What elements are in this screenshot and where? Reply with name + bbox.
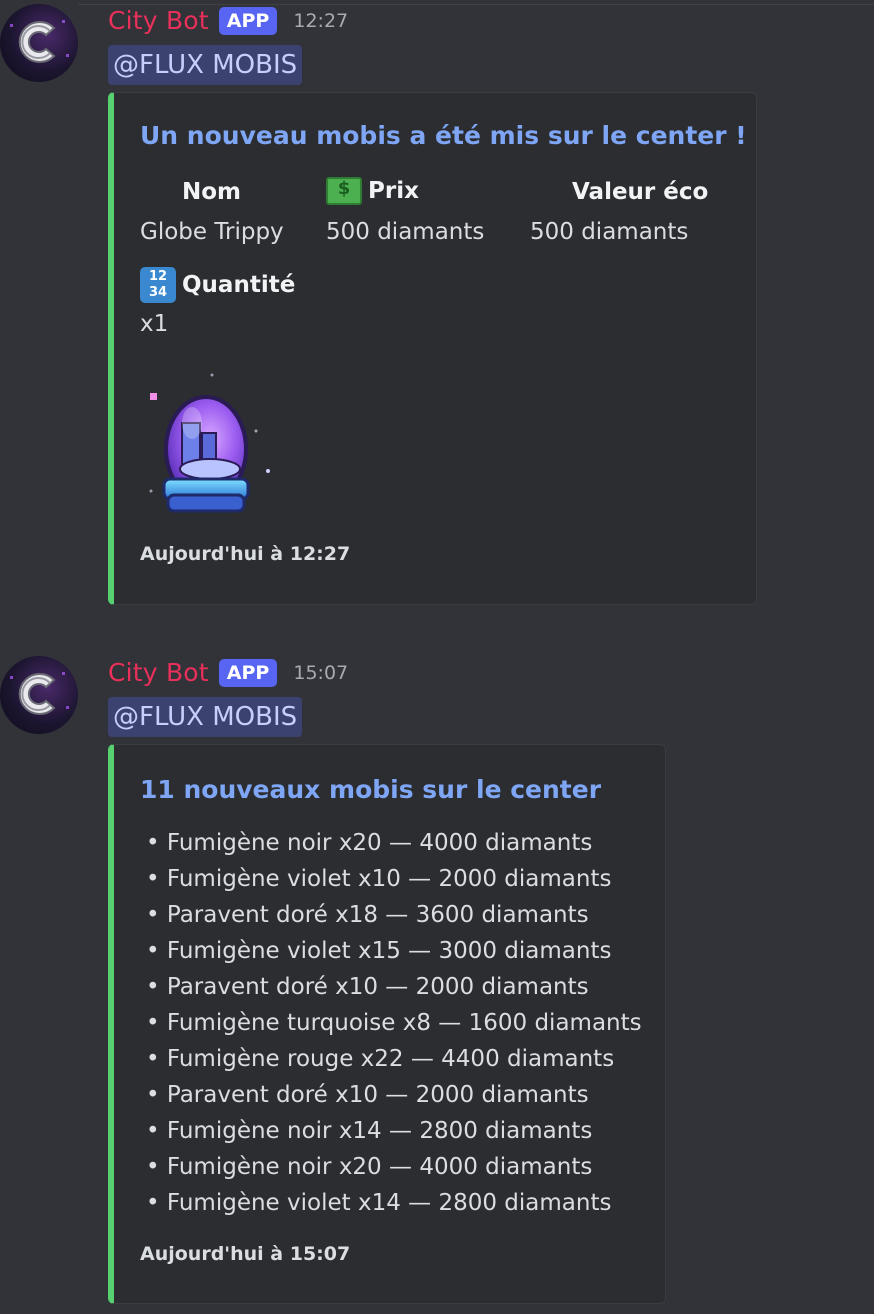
snowglobe-image[interactable]	[146, 371, 276, 521]
field-value-prix: 500 diamants	[326, 219, 485, 245]
embed-footer: Aujourd'hui à 15:07	[140, 1243, 351, 1265]
field-name-valeur-eco: Valeur éco	[572, 179, 709, 205]
money-icon	[326, 177, 362, 205]
list-item: • Fumigène noir x20 — 4000 diamants	[146, 1154, 593, 1180]
list-item: • Paravent doré x10 — 2000 diamants	[146, 1082, 589, 1108]
bot-avatar[interactable]	[0, 4, 78, 82]
list-item: • Fumigène violet x14 — 2800 diamants	[146, 1190, 612, 1216]
list-item: • Paravent doré x18 — 3600 diamants	[146, 902, 589, 928]
city-logo-icon	[18, 673, 56, 715]
timestamp[interactable]: 15:07	[293, 662, 348, 684]
numbers-icon: 12 34	[140, 267, 176, 303]
city-logo-icon	[18, 21, 56, 63]
list-item: • Fumigène noir x14 — 2800 diamants	[146, 1118, 593, 1144]
field-name-nom: Nom	[182, 179, 242, 205]
embed-footer: Aujourd'hui à 12:27	[140, 543, 351, 565]
list-item: • Fumigène violet x15 — 3000 diamants	[146, 938, 612, 964]
app-badge: APP	[218, 658, 278, 687]
field-value-valeur-eco: 500 diamants	[530, 219, 689, 245]
message-header: City Bot APP 15:07	[108, 658, 348, 687]
role-mention[interactable]: @FLUX MOBIS	[108, 697, 303, 737]
list-item: • Fumigène noir x20 — 4000 diamants	[146, 830, 593, 856]
list-item: • Fumigène rouge x22 — 4400 diamants	[146, 1046, 615, 1072]
timestamp[interactable]: 12:27	[293, 10, 348, 32]
bot-avatar[interactable]	[0, 656, 78, 734]
list-item: • Paravent doré x10 — 2000 diamants	[146, 974, 589, 1000]
message-header: City Bot APP 12:27	[108, 6, 348, 35]
field-value-quantite: x1	[140, 311, 169, 337]
field-name-quantite: 12 34 Quantité	[140, 267, 295, 303]
embed-card: Un nouveau mobis a été mis sur le center…	[108, 92, 757, 605]
embed-card: 11 nouveaux mobis sur le center • Fumigè…	[108, 744, 666, 1304]
author-name[interactable]: City Bot	[108, 658, 209, 687]
item-list: • Fumigène noir x20 — 4000 diamants • Fu…	[146, 825, 642, 1221]
field-value-nom: Globe Trippy	[140, 219, 284, 245]
embed-title: 11 nouveaux mobis sur le center	[140, 775, 602, 804]
role-mention[interactable]: @FLUX MOBIS	[108, 45, 303, 85]
author-name[interactable]: City Bot	[108, 6, 209, 35]
list-item: • Fumigène violet x10 — 2000 diamants	[146, 866, 612, 892]
list-item: • Fumigène turquoise x8 — 1600 diamants	[146, 1010, 642, 1036]
app-badge: APP	[218, 6, 278, 35]
field-name-prix: Prix	[326, 177, 419, 205]
embed-title: Un nouveau mobis a été mis sur le center…	[140, 121, 747, 150]
divider	[78, 4, 874, 5]
